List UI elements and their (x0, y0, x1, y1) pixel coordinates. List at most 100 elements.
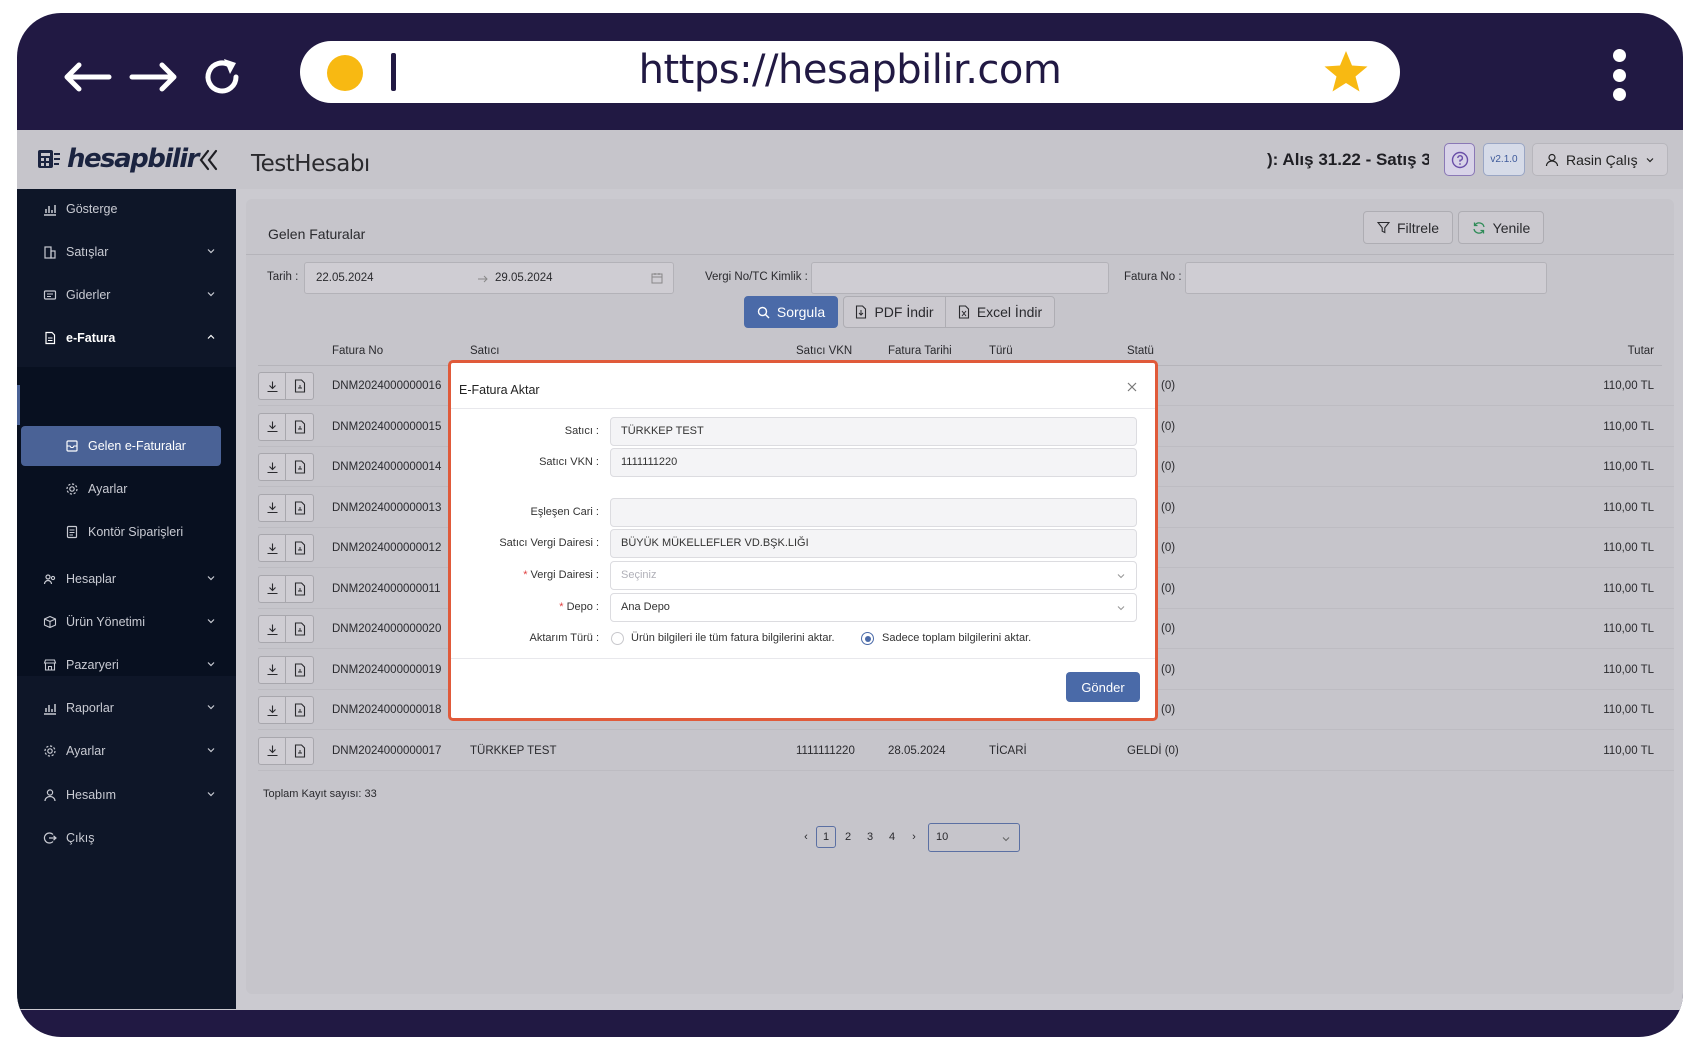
next-page-icon[interactable]: › (904, 826, 924, 848)
sidebar-item-label: Giderler (66, 288, 111, 302)
sidebar-item-pazaryeri[interactable]: Pazaryeri (17, 645, 236, 685)
logo-text: hesapbilir (67, 144, 199, 174)
download-button[interactable] (258, 736, 286, 765)
modal-title: E-Fatura Aktar (459, 383, 540, 397)
view-pdf-button[interactable] (286, 655, 314, 684)
col-header-status[interactable]: Statü (1127, 345, 1154, 357)
chevron-down-icon (207, 619, 215, 624)
seller-vkn-field[interactable]: 1111111220 (610, 448, 1137, 477)
invoice-no-cell: DNM2024000000016 (332, 380, 442, 392)
pdf-download-button[interactable]: PDF İndir (843, 296, 946, 328)
page-size-select[interactable]: 10 (928, 823, 1020, 852)
download-button[interactable] (258, 412, 286, 441)
sidebar-item-gosterge[interactable]: Gösterge (17, 189, 236, 229)
reload-icon[interactable] (192, 47, 252, 107)
view-pdf-button[interactable] (286, 534, 314, 562)
sidebar-item-urun-yonetimi[interactable]: Ürün Yönetimi (17, 602, 236, 642)
seller-tax-office-field[interactable]: BÜYÜK MÜKELLEFLER VD.BŞK.LIĞI (610, 529, 1137, 558)
sidebar-item-giderler[interactable]: Giderler (17, 275, 236, 315)
radio-totals-only-label[interactable]: Sadece toplam bilgilerini aktar. (882, 632, 1031, 644)
filter-button[interactable]: Filtrele (1363, 211, 1453, 244)
col-header-invoice-no[interactable]: Fatura No (332, 345, 383, 357)
date-to: 29.05.2024 (495, 272, 553, 284)
tax-office-select[interactable]: Seçiniz (610, 561, 1137, 590)
pdf-file-icon (294, 541, 305, 555)
sidebar-item-kontor-siparisleri[interactable]: Kontör Siparişleri (17, 512, 236, 552)
logo[interactable]: hesapbilir (37, 144, 199, 174)
sidebar-item-raporlar[interactable]: Raporlar (17, 688, 236, 728)
refresh-button[interactable]: Yenile (1458, 211, 1544, 244)
total-record-count: Toplam Kayıt sayısı: 33 (263, 788, 377, 800)
view-pdf-button[interactable] (286, 696, 314, 724)
sidebar-item-hesaplar[interactable]: Hesaplar (17, 559, 236, 599)
user-icon (1545, 153, 1559, 166)
view-pdf-button[interactable] (286, 574, 314, 603)
col-header-amount[interactable]: Tutar (1628, 345, 1654, 357)
page-2[interactable]: 2 (838, 826, 858, 848)
gear-icon (66, 483, 78, 495)
sidebar-item-efatura-ayarlar[interactable]: Ayarlar (17, 469, 236, 509)
seller-vkn-cell: 1111111220 (796, 744, 855, 757)
date-range-picker[interactable]: 22.05.2024 29.05.2024 (304, 262, 674, 294)
depot-select[interactable]: Ana Depo (610, 593, 1137, 622)
chevron-down-icon (207, 292, 215, 297)
view-pdf-button[interactable] (286, 615, 314, 643)
excel-download-button[interactable]: Excel İndir (945, 296, 1055, 328)
download-button[interactable] (258, 453, 286, 481)
sidebar-item-hesabim[interactable]: Hesabım (17, 775, 236, 815)
query-button[interactable]: Sorgula (744, 296, 838, 328)
download-button[interactable] (258, 655, 286, 684)
view-pdf-button[interactable] (286, 736, 314, 765)
download-button[interactable] (258, 696, 286, 724)
sidebar-item-ayarlar[interactable]: Ayarlar (17, 731, 236, 771)
user-name: Rasin Çalış (1566, 151, 1638, 168)
sidebar-item-satislar[interactable]: Satışlar (17, 232, 236, 272)
radio-full-transfer-label[interactable]: Ürün bilgileri ile tüm fatura bilgilerin… (631, 632, 835, 644)
kebab-menu-icon[interactable] (1609, 49, 1629, 101)
sidebar-item-e-fatura[interactable]: e-Fatura (17, 318, 236, 358)
col-header-seller[interactable]: Satıcı (470, 345, 499, 357)
user-menu-button[interactable]: Rasin Çalış (1532, 143, 1668, 176)
download-button[interactable] (258, 372, 286, 400)
vkn-input[interactable] (811, 262, 1109, 294)
inbox-icon (66, 440, 78, 452)
page-4[interactable]: 4 (882, 826, 902, 848)
send-button[interactable]: Gönder (1066, 672, 1140, 702)
view-pdf-button[interactable] (286, 372, 314, 400)
help-button[interactable] (1444, 143, 1475, 176)
status-cell: (0) (1161, 501, 1176, 514)
download-button[interactable] (258, 493, 286, 522)
invoice-no-input[interactable] (1185, 262, 1547, 294)
download-button[interactable] (258, 574, 286, 603)
table-row[interactable]: DNM2024000000017 TÜRKKEP TEST 1111111220 28… (258, 731, 1674, 771)
radio-full-transfer[interactable] (611, 632, 624, 645)
col-header-type[interactable]: Türü (989, 345, 1013, 357)
star-icon[interactable] (1322, 48, 1370, 96)
page-1[interactable]: 1 (816, 826, 836, 848)
back-arrow-icon[interactable] (57, 47, 117, 107)
matched-account-field[interactable] (610, 498, 1137, 527)
page-3[interactable]: 3 (860, 826, 880, 848)
seller-vkn-label: Satıcı VKN : (539, 456, 599, 468)
view-pdf-button[interactable] (286, 412, 314, 441)
view-pdf-button[interactable] (286, 493, 314, 522)
address-bar[interactable]: https://hesapbilir.com (300, 41, 1400, 103)
seller-field[interactable]: TÜRKKEP TEST (610, 417, 1137, 446)
pdf-file-icon (294, 703, 305, 717)
download-button[interactable] (258, 534, 286, 562)
date-from: 22.05.2024 (316, 272, 374, 284)
col-header-seller-vkn[interactable]: Satıcı VKN (796, 345, 852, 357)
col-header-invoice-date[interactable]: Fatura Tarihi (888, 345, 952, 357)
invoice-no-cell: DNM2024000000015 (332, 420, 442, 433)
view-pdf-button[interactable] (286, 453, 314, 481)
refresh-icon (1473, 221, 1485, 234)
download-button[interactable] (258, 615, 286, 643)
radio-totals-only[interactable] (861, 632, 874, 645)
sidebar-item-gelen-e-faturalar[interactable]: Gelen e-Faturalar (17, 426, 236, 466)
collapse-sidebar-icon[interactable] (194, 146, 222, 174)
prev-page-icon[interactable]: ‹ (796, 826, 816, 848)
sidebar-item-cikis[interactable]: Çıkış (17, 818, 236, 858)
close-icon[interactable] (1123, 378, 1141, 396)
invoice-no-cell: DNM2024000000013 (332, 501, 442, 514)
forward-arrow-icon[interactable] (124, 47, 184, 107)
